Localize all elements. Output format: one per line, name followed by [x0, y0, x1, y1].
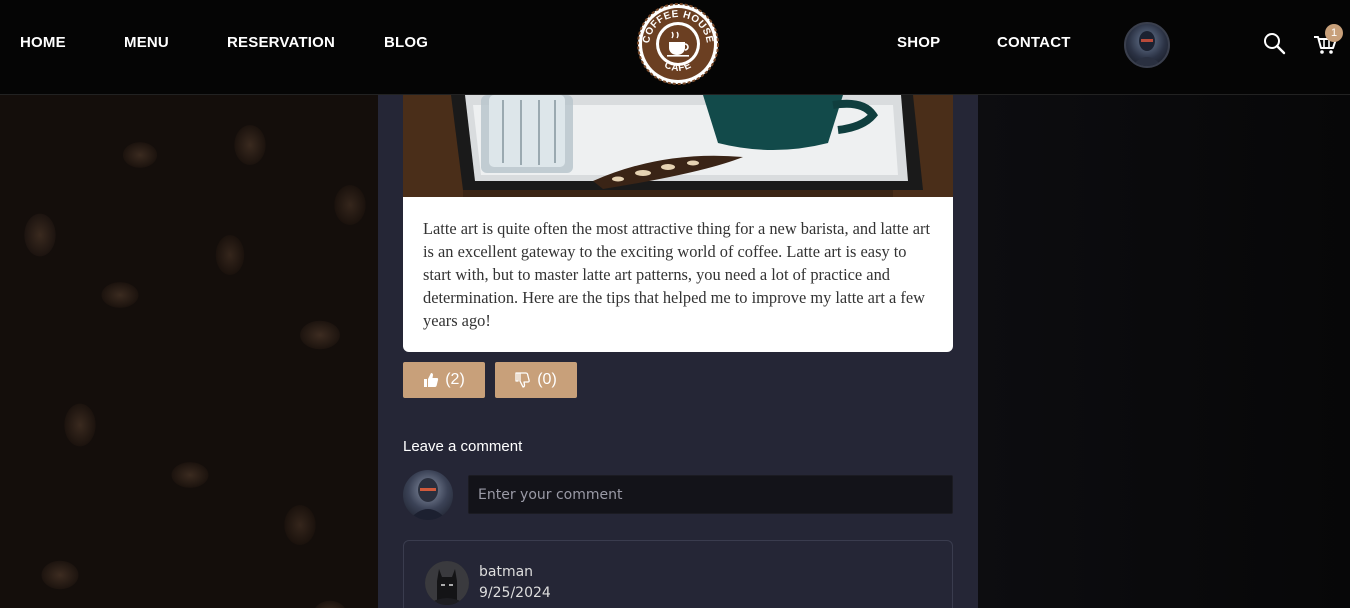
current-user-avatar: [403, 470, 453, 520]
post-image: [403, 95, 953, 197]
comment-user-avatar: [425, 561, 469, 605]
dislike-count: (0): [537, 371, 557, 388]
cart-count-badge: 1: [1325, 24, 1343, 42]
user-avatar[interactable]: [1124, 22, 1170, 68]
coffee-beans-background: [0, 95, 378, 608]
nav-home[interactable]: HOME: [20, 34, 66, 51]
comment-input[interactable]: [468, 475, 953, 514]
nav-reservation[interactable]: RESERVATION: [227, 34, 335, 51]
avatar-image: [409, 478, 447, 520]
batman-avatar-image: [425, 561, 469, 605]
dislike-button[interactable]: (0): [495, 362, 577, 398]
post-body-text: Latte art is quite often the most attrac…: [423, 219, 931, 330]
coffee-house-logo[interactable]: COFFEE HOUSE CAFE: [636, 2, 720, 86]
svg-text:COFFEE HOUSE: COFFEE HOUSE: [641, 9, 715, 44]
leave-comment-heading: Leave a comment: [403, 438, 523, 455]
comment-username: batman: [479, 564, 534, 580]
logo-text: COFFEE HOUSE CAFE: [641, 9, 715, 74]
nav-blog[interactable]: BLOG: [384, 34, 428, 51]
site-header: HOME MENU RESERVATION BLOG COFFEE HOUSE …: [0, 0, 1350, 95]
post-content-card: Latte art is quite often the most attrac…: [403, 197, 953, 352]
like-count: (2): [445, 371, 465, 388]
svg-text:CAFE: CAFE: [663, 60, 694, 74]
dark-background: [978, 95, 1350, 608]
nav-shop[interactable]: SHOP: [897, 34, 940, 51]
nav-menu[interactable]: MENU: [124, 34, 169, 51]
user-avatar-image: [1132, 31, 1162, 66]
comment-date: 9/25/2024: [479, 585, 551, 601]
nav-contact[interactable]: CONTACT: [997, 34, 1071, 51]
thumbs-up-icon: [424, 373, 439, 387]
search-icon[interactable]: [1262, 31, 1286, 55]
like-button[interactable]: (2): [403, 362, 485, 398]
coffee-tray-image: [403, 95, 953, 197]
thumbs-down-icon: [515, 372, 530, 388]
